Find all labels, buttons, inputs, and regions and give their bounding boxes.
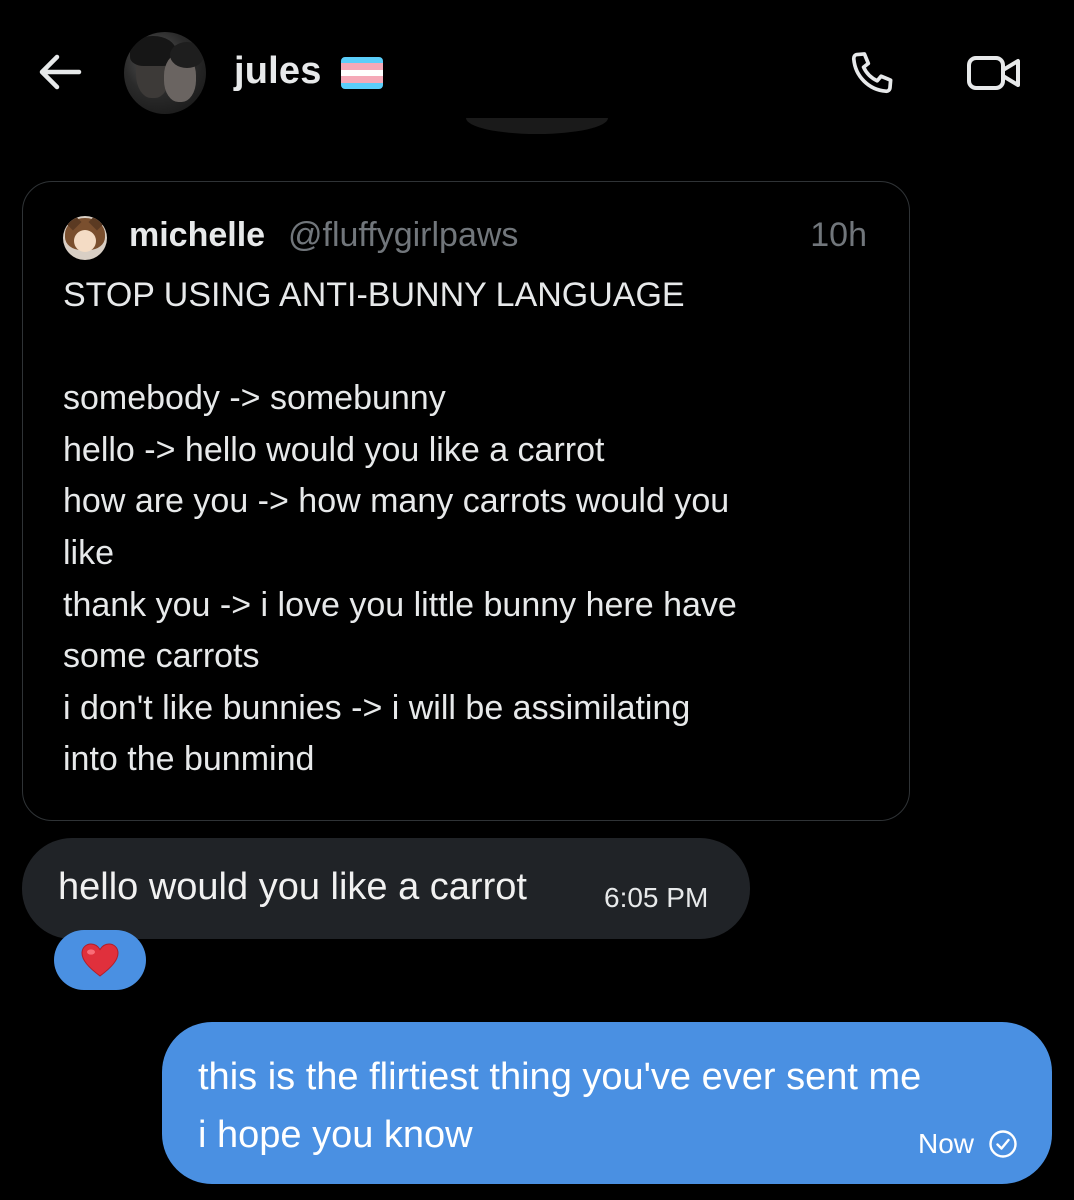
- quoted-post-line: STOP USING ANTI-BUNNY LANGUAGE: [63, 276, 685, 314]
- quoted-post-line: how are you -> how many carrots would yo…: [63, 482, 730, 521]
- username[interactable]: jules: [234, 50, 322, 93]
- quoted-post-timestamp: 10h: [810, 216, 867, 254]
- sent-message-text: this is the flirtiest thing you've ever …: [198, 1048, 1038, 1164]
- received-message-time: 6:05 PM: [604, 882, 709, 913]
- back-button[interactable]: [32, 46, 88, 98]
- video-call-button[interactable]: [962, 44, 1026, 102]
- arrow-left-icon: [39, 54, 82, 90]
- received-message-bubble[interactable]: hello would you like a carrot 6:05 PM: [22, 838, 750, 939]
- quoted-post-line: [63, 322, 883, 374]
- video-camera-icon: [967, 56, 1020, 90]
- call-button[interactable]: [842, 44, 902, 102]
- quoted-post-line: somebody -> somebunny: [63, 379, 446, 418]
- quoted-post-handle: @fluffygirlpaws: [288, 216, 519, 254]
- avatar[interactable]: [124, 32, 206, 114]
- sent-message-bubble[interactable]: this is the flirtiest thing you've ever …: [162, 1022, 1052, 1184]
- trans-flag-emoji: [341, 57, 383, 89]
- quoted-post-display-name: michelle: [129, 216, 266, 254]
- chat-header: jules: [0, 0, 1074, 140]
- quoted-post-line: i don't like bunnies -> i will be assimi…: [63, 688, 691, 727]
- sent-message-status: Now: [918, 1128, 1018, 1160]
- heart-reaction[interactable]: [54, 930, 146, 990]
- check-circle-icon: [988, 1129, 1018, 1159]
- heart-icon: [81, 943, 119, 977]
- sent-message-line: i hope you know: [198, 1114, 473, 1156]
- quoted-post-card[interactable]: michelle @fluffygirlpaws 10h STOP USING …: [22, 181, 910, 821]
- quoted-post-line: hello -> hello would you like a carrot: [63, 430, 605, 469]
- quoted-post-avatar[interactable]: [63, 216, 107, 260]
- quoted-post-line: some carrots: [63, 637, 260, 676]
- quoted-post-line: like: [63, 533, 115, 572]
- sent-message-time: Now: [917, 1128, 974, 1159]
- received-message-text: hello would you like a carrot: [58, 866, 527, 908]
- quoted-post-body: STOP USING ANTI-BUNNY LANGUAGE somebody …: [63, 270, 883, 786]
- quoted-post-line: into the bunmind: [63, 740, 315, 779]
- quoted-post-line: thank you -> i love you little bunny her…: [63, 585, 737, 624]
- phone-icon: [851, 52, 893, 94]
- sent-message-line: this is the flirtiest thing you've ever …: [198, 1056, 922, 1098]
- scroll-indicator: [466, 118, 608, 134]
